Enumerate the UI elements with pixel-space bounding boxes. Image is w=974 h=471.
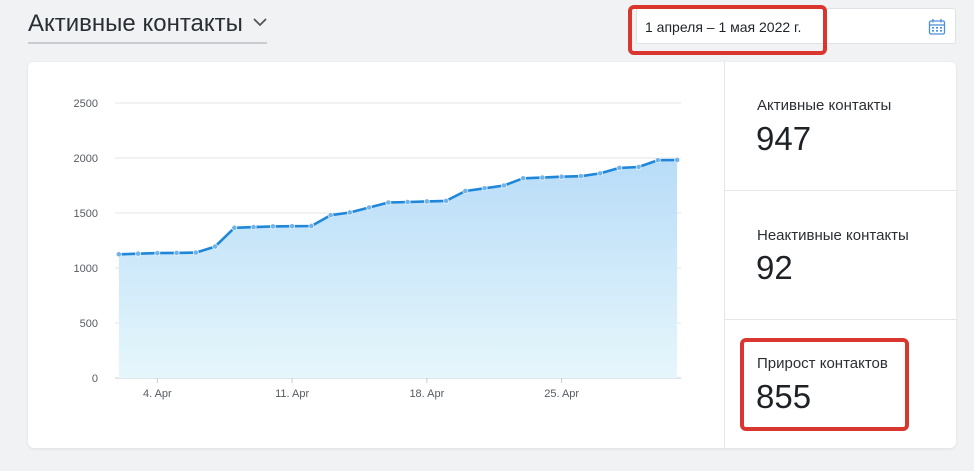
x-tick-label: 18. Apr (409, 388, 444, 400)
data-point[interactable] (269, 223, 276, 230)
stat-value: 947 (756, 120, 812, 157)
stat-label: Неактивные контакты (757, 227, 909, 244)
data-point[interactable] (635, 164, 642, 170)
data-point[interactable] (443, 197, 450, 204)
y-tick-label: 1500 (74, 208, 98, 220)
data-point[interactable] (192, 249, 199, 256)
data-point[interactable] (135, 250, 142, 257)
data-point[interactable] (423, 198, 430, 205)
date-range-value: 1 апреля – 1 мая 2022 г. (645, 19, 802, 35)
data-point[interactable] (250, 224, 257, 230)
x-tick-label: 25. Apr (544, 388, 579, 400)
x-tick-label: 11. Apr (275, 388, 309, 400)
data-point[interactable] (404, 199, 411, 205)
data-point[interactable] (539, 174, 546, 181)
contacts-area-chart: 0 500 1000 1500 2000 2500 4. Apr 11. Apr 18. Ap… (74, 98, 681, 400)
x-tick-label: 4. Apr (143, 388, 172, 400)
stat-inactive-contacts: Неактивные контакты 92 (725, 191, 957, 319)
data-point[interactable] (500, 182, 507, 189)
data-point[interactable] (173, 250, 180, 256)
stat-contact-growth: Прирост контактов 855 (725, 320, 957, 448)
y-tick-label: 2500 (74, 98, 98, 110)
chevron-down-icon (253, 14, 267, 30)
data-point[interactable] (654, 157, 661, 164)
stat-value: 92 (756, 249, 793, 286)
contacts-card: 0 500 1000 1500 2000 2500 4. Apr 11. Apr 18. Ap… (28, 62, 957, 448)
data-point[interactable] (520, 175, 527, 182)
stat-active-contacts: Активные контакты 947 (725, 62, 957, 190)
y-tick-label: 0 (92, 373, 98, 385)
data-point[interactable] (577, 173, 584, 180)
data-point[interactable] (481, 185, 488, 192)
stat-label: Прирост контактов (757, 355, 888, 372)
calendar-icon[interactable] (928, 18, 946, 41)
data-point[interactable] (674, 157, 681, 163)
y-tick-label: 500 (80, 318, 98, 330)
data-point[interactable] (462, 188, 469, 194)
area-fill (118, 160, 678, 378)
y-tick-label: 2000 (74, 153, 98, 165)
date-range-picker[interactable]: 1 апреля – 1 мая 2022 г. (636, 8, 956, 44)
page-title: Активные контакты (28, 10, 243, 37)
data-point[interactable] (289, 223, 296, 230)
data-point[interactable] (366, 204, 373, 211)
data-point[interactable] (597, 170, 604, 177)
stat-label: Активные контакты (757, 97, 892, 114)
data-point[interactable] (346, 209, 353, 216)
data-point[interactable] (616, 165, 623, 171)
data-point[interactable] (231, 224, 238, 231)
data-point[interactable] (327, 212, 334, 219)
data-point[interactable] (308, 223, 315, 229)
stats-panel: Активные контакты 947 Неактивные контакт… (724, 62, 957, 448)
data-point[interactable] (115, 251, 122, 258)
stat-value: 855 (756, 378, 812, 415)
data-point[interactable] (385, 199, 392, 206)
data-point[interactable] (212, 243, 219, 250)
data-point[interactable] (558, 173, 565, 180)
data-point[interactable] (154, 250, 161, 257)
page-title-dropdown[interactable]: Активные контакты (28, 10, 267, 44)
y-tick-label: 1000 (74, 263, 98, 275)
